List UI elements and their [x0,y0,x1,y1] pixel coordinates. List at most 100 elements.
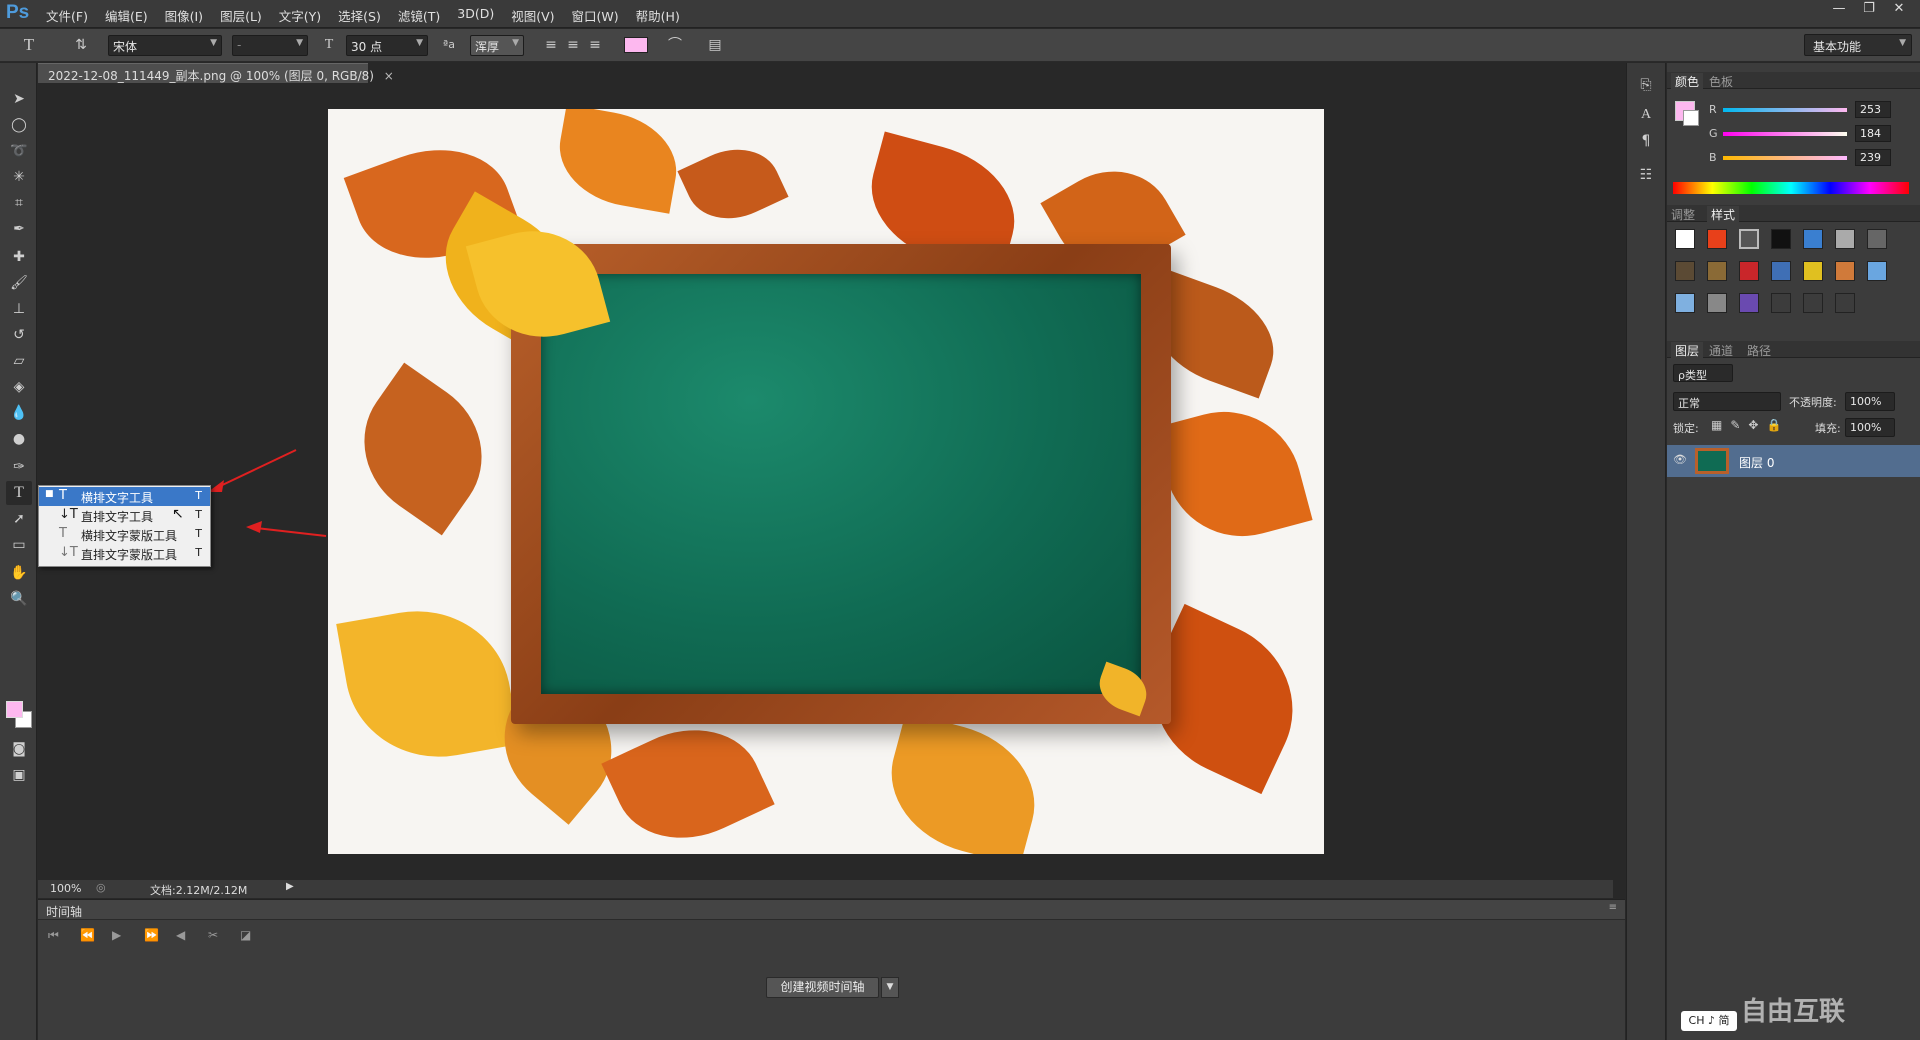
audio-icon[interactable]: ◀ [176,928,208,943]
status-menu-arrow-icon[interactable]: ▶ [286,881,294,892]
zoom-tool-icon[interactable]: 🔍 [6,587,32,611]
create-video-timeline-button[interactable]: 创建视频时间轴 [766,977,879,998]
tab-paths[interactable]: 路径 [1747,342,1771,359]
menu-filter[interactable]: 滤镜(T) [398,6,440,25]
flyout-horizontal-type-tool[interactable]: ■ T 横排文字工具 T [39,487,210,506]
style-swatch[interactable] [1803,261,1823,281]
flyout-vertical-type-tool[interactable]: ↓T 直排文字工具 T [39,506,210,525]
lock-icons[interactable]: ▦✎✥🔒 [1711,418,1789,432]
blue-value-input[interactable]: 239 [1855,149,1891,166]
minimize-button[interactable]: — [1824,1,1854,19]
document-canvas[interactable] [328,109,1324,854]
red-channel-slider[interactable]: R 253 [1709,101,1914,119]
green-channel-slider[interactable]: G 184 [1709,125,1914,143]
panel-menu-icon[interactable]: ≡ [1609,902,1617,913]
history-brush-tool-icon[interactable]: ↺ [6,323,32,347]
style-swatch[interactable] [1739,261,1759,281]
menu-window[interactable]: 窗口(W) [572,6,619,25]
font-size-select[interactable]: 30 点 ▼ [346,35,428,56]
style-none-swatch[interactable] [1675,229,1695,249]
style-swatch[interactable] [1771,261,1791,281]
lasso-tool-icon[interactable]: ➰ [6,139,32,163]
flyout-vertical-type-mask-tool[interactable]: ↓T 直排文字蒙版工具 T [39,544,210,563]
slider-track[interactable] [1723,132,1847,136]
style-swatch[interactable] [1867,229,1887,249]
style-swatch[interactable] [1707,261,1727,281]
move-tool-icon[interactable]: ➤ [6,87,32,111]
brush-tool-icon[interactable]: 🖌 [6,271,32,295]
menu-layer[interactable]: 图层(L) [220,6,262,25]
restore-button[interactable]: ❐ [1854,1,1884,19]
path-selection-tool-icon[interactable]: ➚ [6,507,32,531]
layer-name[interactable]: 图层 0 [1739,454,1774,471]
menu-help[interactable]: 帮助(H) [636,6,680,25]
play-icon[interactable]: ▶ [112,928,144,943]
paint-bucket-tool-icon[interactable]: ◈ [6,375,32,399]
menu-3d[interactable]: 3D(D) [457,6,494,25]
flyout-horizontal-type-mask-tool[interactable]: T 横排文字蒙版工具 T [39,525,210,544]
layer-row[interactable]: 👁 图层 0 [1667,445,1920,477]
tab-layers[interactable]: 图层 [1671,342,1704,359]
character-panel-icon[interactable]: ▤ [704,34,726,56]
layer-filter-select[interactable]: ρ类型 [1673,364,1733,382]
font-style-select[interactable]: - ▼ [232,35,308,56]
slider-track[interactable] [1723,108,1847,112]
first-frame-icon[interactable]: ⏮ [48,928,80,943]
warp-text-icon[interactable]: ⌒ [664,34,686,56]
menu-file[interactable]: 文件(F) [46,6,88,25]
style-swatch[interactable] [1867,261,1887,281]
transition-icon[interactable]: ◪ [240,928,272,943]
text-orientation-icon[interactable]: ⇅ [70,34,92,56]
workspace-select[interactable]: 基本功能 ▼ [1804,34,1912,56]
quick-mask-icon[interactable]: ◙ [6,737,32,761]
paragraph-panel-icon[interactable]: ¶ [1633,129,1659,153]
antialias-select[interactable]: 浑厚 ▼ [470,35,524,56]
screen-mode-icon[interactable]: ▣ [6,763,32,787]
green-value-input[interactable]: 184 [1855,125,1891,142]
close-icon[interactable]: × [384,69,394,83]
zoom-level[interactable]: 100% [50,882,81,895]
zoom-toggle-icon[interactable]: ◎ [96,881,106,894]
style-swatch[interactable] [1803,293,1823,313]
style-swatch[interactable] [1739,229,1759,249]
foreground-color-swatch[interactable] [6,701,23,718]
blue-channel-slider[interactable]: B 239 [1709,149,1914,167]
chevron-down-icon[interactable]: ▼ [881,977,899,998]
healing-brush-tool-icon[interactable]: ✚ [6,245,32,269]
menu-view[interactable]: 视图(V) [511,6,554,25]
crop-tool-icon[interactable]: ⌗ [6,191,32,215]
style-swatch[interactable] [1707,229,1727,249]
slider-track[interactable] [1723,156,1847,160]
split-scissors-icon[interactable]: ✂ [208,928,240,943]
style-swatch[interactable] [1835,229,1855,249]
color-spectrum-bar[interactable] [1673,182,1909,194]
next-frame-icon[interactable]: ⏩ [144,928,176,943]
blend-mode-select[interactable]: 正常 [1673,392,1781,411]
color-panel-background[interactable] [1683,110,1699,126]
style-swatch[interactable] [1835,293,1855,313]
blur-tool-icon[interactable]: 💧 [6,401,32,425]
align-right-icon[interactable]: ≡ [584,34,606,56]
document-tab[interactable]: 2022-12-08_111449_副本.png @ 100% (图层 0, R… [38,63,394,83]
magic-wand-tool-icon[interactable]: ✳ [6,165,32,189]
type-tool-preset-icon[interactable]: T [18,34,40,56]
style-swatch[interactable] [1739,293,1759,313]
close-button[interactable]: ✕ [1884,1,1914,19]
type-tool-icon[interactable]: T [6,481,32,505]
pen-tool-icon[interactable]: ✑ [6,455,32,479]
style-swatch[interactable] [1707,293,1727,313]
text-color-swatch[interactable] [624,37,648,53]
style-swatch[interactable] [1675,293,1695,313]
tab-channels[interactable]: 通道 [1709,342,1733,359]
style-swatch[interactable] [1835,261,1855,281]
align-center-icon[interactable]: ≡ [562,34,584,56]
history-panel-icon[interactable]: ⎘ [1633,73,1659,97]
style-swatch[interactable] [1771,229,1791,249]
tab-adjustments[interactable]: 调整 [1671,206,1695,223]
properties-panel-icon[interactable]: ☷ [1633,163,1659,187]
menu-type[interactable]: 文字(Y) [279,6,321,25]
menu-select[interactable]: 选择(S) [338,6,381,25]
dodge-tool-icon[interactable]: ● [6,427,32,451]
style-swatch[interactable] [1771,293,1791,313]
rectangle-tool-icon[interactable]: ▭ [6,533,32,557]
